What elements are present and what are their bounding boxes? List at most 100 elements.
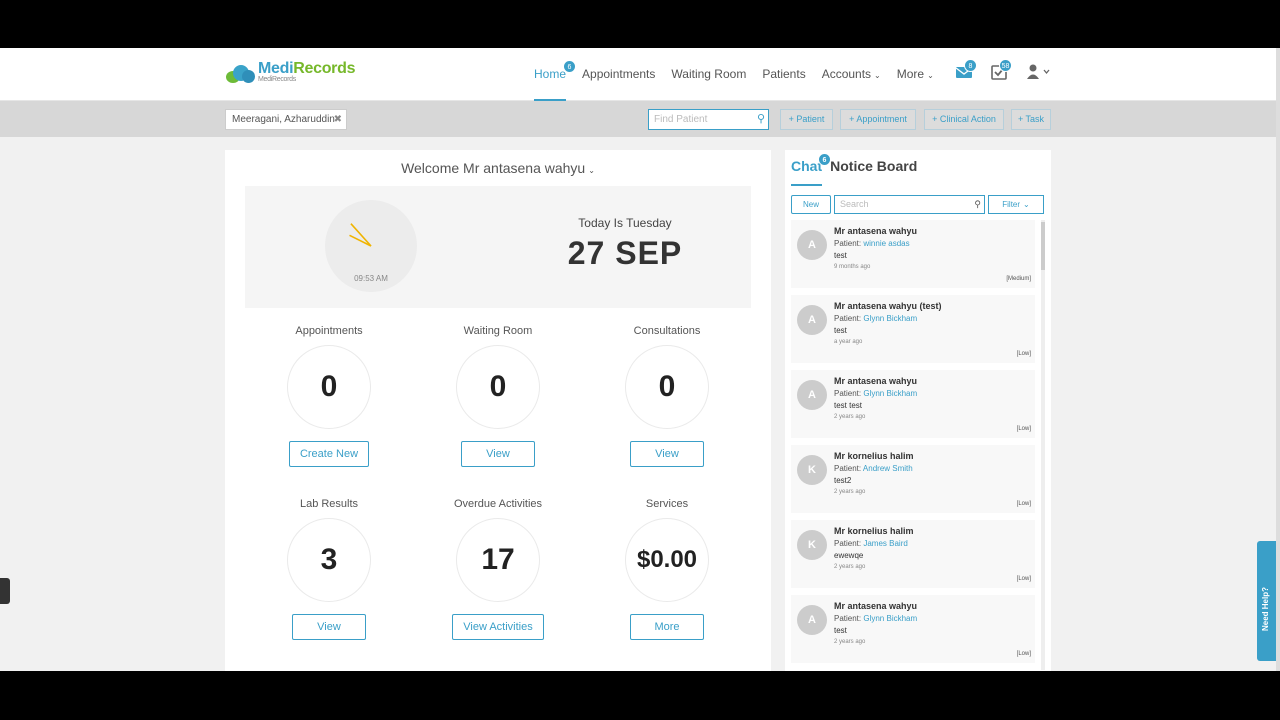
create-appointment-button[interactable]: Create New [288, 441, 370, 467]
message-patient: Patient: Glynn Bickham [834, 314, 918, 323]
chat-badge: 6 [818, 153, 831, 166]
avatar: A [797, 605, 827, 635]
message-body: test [834, 326, 847, 335]
view-waiting-room-button[interactable]: View [461, 441, 535, 467]
stat-value: $0.00 [625, 518, 709, 602]
message-time: 2 years ago [834, 639, 866, 645]
stat-waiting-room: Waiting Room 0 View [423, 325, 573, 467]
today-date: 27 SEP [567, 235, 683, 271]
logo[interactable]: MediRecords MediRecords [224, 60, 356, 84]
more-services-button[interactable]: More [630, 614, 704, 640]
stat-appointments: Appointments 0 Create New [254, 325, 404, 467]
message-body: ewewqe [834, 551, 864, 560]
app-page: MediRecords MediRecords Home 6 Appointme… [0, 48, 1276, 671]
close-icon[interactable]: ✖ [334, 110, 342, 129]
message-time: 2 years ago [834, 489, 866, 495]
view-activities-button[interactable]: View Activities [452, 614, 544, 640]
tasks-icon[interactable]: 58 [991, 59, 1012, 80]
chat-message[interactable]: A Mr antasena wahyu Patient: Glynn Bickham… [791, 595, 1035, 663]
tasks-badge: 58 [999, 59, 1012, 72]
nav-home[interactable]: Home 6 [534, 60, 576, 101]
analog-clock: 09:53 AM [325, 200, 417, 292]
stat-overdue-activities: Overdue Activities 17 View Activities [423, 498, 573, 640]
chat-message[interactable]: K Mr kornelius halim Patient: Andrew Smith… [791, 445, 1035, 513]
message-time: 2 years ago [834, 414, 866, 420]
message-patient: Patient: Glynn Bickham [834, 389, 918, 398]
chat-search-input[interactable]: Search ⚲ [834, 195, 985, 214]
message-body: test [834, 626, 847, 635]
find-patient-input[interactable]: Find Patient ⚲ [648, 109, 769, 130]
chat-message[interactable]: A Mr antasena wahyu Patient: winnie asdas t… [791, 220, 1035, 288]
patient-link[interactable]: Glynn Bickham [863, 389, 917, 398]
nav-accounts[interactable]: Accounts ⌄ [822, 67, 881, 81]
stat-consultations: Consultations 0 View [592, 325, 742, 467]
quick-toolbar: Meeragani, Azharuddin ✖ Find Patient ⚲ + P… [0, 101, 1276, 137]
chat-message-list[interactable]: A Mr antasena wahyu Patient: winnie asdas t… [791, 220, 1041, 670]
chat-message[interactable]: K Mr kornelius halim Patient: James Baird e… [791, 520, 1035, 588]
patient-link[interactable]: winnie asdas [863, 239, 909, 248]
clock-time: 09:53 AM [354, 274, 388, 283]
view-consultations-button[interactable]: View [630, 441, 704, 467]
view-lab-results-button[interactable]: View [292, 614, 366, 640]
brand-subtitle: MediRecords [258, 76, 296, 83]
nav-more[interactable]: More ⌄ [897, 67, 934, 81]
nav-waiting-room[interactable]: Waiting Room [671, 67, 746, 81]
cloud-logo-icon [224, 63, 256, 83]
stat-label: Services [645, 498, 689, 510]
main-nav: Home 6 Appointments Waiting Room Patient… [534, 60, 950, 101]
brand-name: MediRecords MediRecords [258, 60, 356, 84]
stat-value: 17 [456, 518, 540, 602]
message-sender: Mr antasena wahyu (test) [834, 301, 942, 311]
message-patient: Patient: winnie asdas [834, 239, 910, 248]
message-sender: Mr kornelius halim [834, 451, 914, 461]
patient-link[interactable]: Andrew Smith [863, 464, 913, 473]
add-clinical-action-button[interactable]: + Clinical Action [924, 109, 1004, 130]
side-feedback-tab[interactable] [0, 578, 10, 604]
message-priority: [Low] [1016, 351, 1031, 357]
chat-tabs: Chat 6 Notice Board [791, 153, 917, 186]
message-patient: Patient: James Baird [834, 539, 908, 548]
tab-chat[interactable]: Chat 6 [791, 153, 831, 186]
stat-lab-results: Lab Results 3 View [254, 498, 404, 640]
message-body: test test [834, 401, 863, 410]
chat-message[interactable]: A Mr antasena wahyu (test) Patient: Glynn … [791, 295, 1035, 363]
add-patient-button[interactable]: + Patient [780, 109, 833, 130]
message-priority: [Low] [1016, 501, 1031, 507]
avatar: A [797, 230, 827, 260]
stat-label: Appointments [295, 325, 363, 337]
filter-button[interactable]: Filter ⌄ [988, 195, 1044, 214]
avatar: A [797, 380, 827, 410]
current-patient-chip[interactable]: Meeragani, Azharuddin ✖ [225, 109, 347, 130]
user-menu-icon[interactable] [1027, 64, 1053, 80]
message-priority: [Low] [1016, 576, 1031, 582]
welcome-menu[interactable]: Welcome Mr antasena wahyu ⌄ [225, 160, 771, 176]
search-icon[interactable]: ⚲ [757, 110, 765, 129]
top-navbar: MediRecords MediRecords Home 6 Appointme… [0, 48, 1276, 101]
patient-link[interactable]: Glynn Bickham [863, 614, 917, 623]
nav-patients[interactable]: Patients [762, 67, 805, 81]
chat-message[interactable]: A Mr antasena wahyu Patient: Glynn Bickham… [791, 370, 1035, 438]
message-sender: Mr antasena wahyu [834, 376, 918, 386]
search-icon[interactable]: ⚲ [974, 196, 981, 213]
stat-label: Consultations [633, 325, 701, 337]
stat-value: 0 [287, 345, 371, 429]
message-body: test [834, 251, 847, 260]
add-appointment-button[interactable]: + Appointment [840, 109, 916, 130]
patient-link[interactable]: Glynn Bickham [863, 314, 917, 323]
dashboard-card: Welcome Mr antasena wahyu ⌄ 09:53 AM Toda… [225, 150, 771, 671]
patient-link[interactable]: James Baird [863, 539, 907, 548]
message-body: test2 [834, 476, 852, 485]
clock-hour-hand [349, 234, 372, 247]
need-help-tab[interactable]: Need Help? [1257, 541, 1276, 661]
today-label: Today Is Tuesday [578, 216, 672, 230]
message-time: 9 months ago [834, 264, 871, 270]
page-scrollbar[interactable] [1276, 48, 1280, 671]
stat-value: 0 [625, 345, 709, 429]
new-chat-button[interactable]: New [791, 195, 831, 214]
tab-notice-board[interactable]: Notice Board [830, 158, 917, 174]
mail-icon[interactable]: 8 [955, 59, 977, 80]
nav-appointments[interactable]: Appointments [582, 67, 655, 81]
chat-scrollbar[interactable] [1041, 220, 1045, 670]
add-task-button[interactable]: + Task [1011, 109, 1051, 130]
stat-services: Services $0.00 More [592, 498, 742, 640]
